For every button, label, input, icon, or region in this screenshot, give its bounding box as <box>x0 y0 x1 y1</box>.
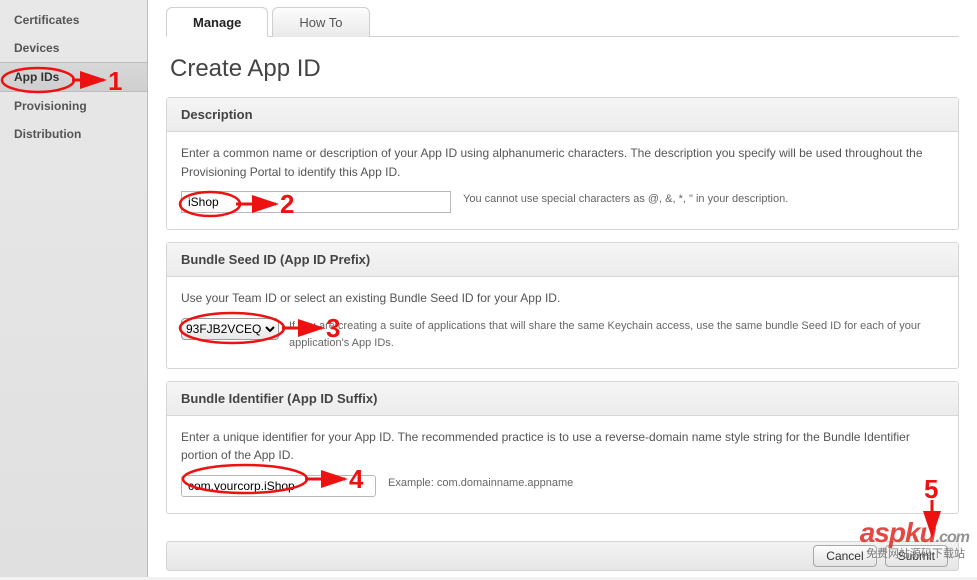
section-bundle-identifier-header: Bundle Identifier (App ID Suffix) <box>167 382 958 416</box>
sidebar-item-provisioning[interactable]: Provisioning <box>0 92 147 120</box>
bundle-identifier-example: Example: com.domainname.appname <box>388 475 573 492</box>
description-input[interactable] <box>181 191 451 213</box>
bundle-seed-hint: If you are creating a suite of applicati… <box>289 318 944 352</box>
section-bundle-identifier-body: Enter a unique identifier for your App I… <box>181 428 944 465</box>
tabs: Manage How To <box>166 6 959 37</box>
tab-how-to[interactable]: How To <box>272 7 369 37</box>
watermark-sub: 免费网站源码下载站 <box>866 545 965 561</box>
section-bundle-seed-header: Bundle Seed ID (App ID Prefix) <box>167 243 958 277</box>
tab-manage[interactable]: Manage <box>166 7 268 37</box>
section-description: Description Enter a common name or descr… <box>166 97 959 230</box>
sidebar-item-distribution[interactable]: Distribution <box>0 120 147 148</box>
sidebar-item-app-ids[interactable]: App IDs <box>0 62 147 92</box>
description-hint: You cannot use special characters as @, … <box>463 191 788 208</box>
sidebar: Certificates Devices App IDs Provisionin… <box>0 0 148 577</box>
footer-bar: Cancel Submit <box>166 541 959 571</box>
sidebar-item-certificates[interactable]: Certificates <box>0 6 147 34</box>
section-description-body: Enter a common name or description of yo… <box>181 144 944 181</box>
section-bundle-seed: Bundle Seed ID (App ID Prefix) Use your … <box>166 242 959 369</box>
section-bundle-identifier: Bundle Identifier (App ID Suffix) Enter … <box>166 381 959 514</box>
bundle-identifier-input[interactable] <box>181 475 376 497</box>
section-bundle-seed-body: Use your Team ID or select an existing B… <box>181 289 944 308</box>
section-description-header: Description <box>167 98 958 132</box>
bundle-seed-select[interactable]: 93FJB2VCEQ <box>181 318 279 340</box>
main-content: Manage How To Create App ID Description … <box>148 0 977 577</box>
sidebar-item-devices[interactable]: Devices <box>0 34 147 62</box>
page-title: Create App ID <box>170 55 955 83</box>
